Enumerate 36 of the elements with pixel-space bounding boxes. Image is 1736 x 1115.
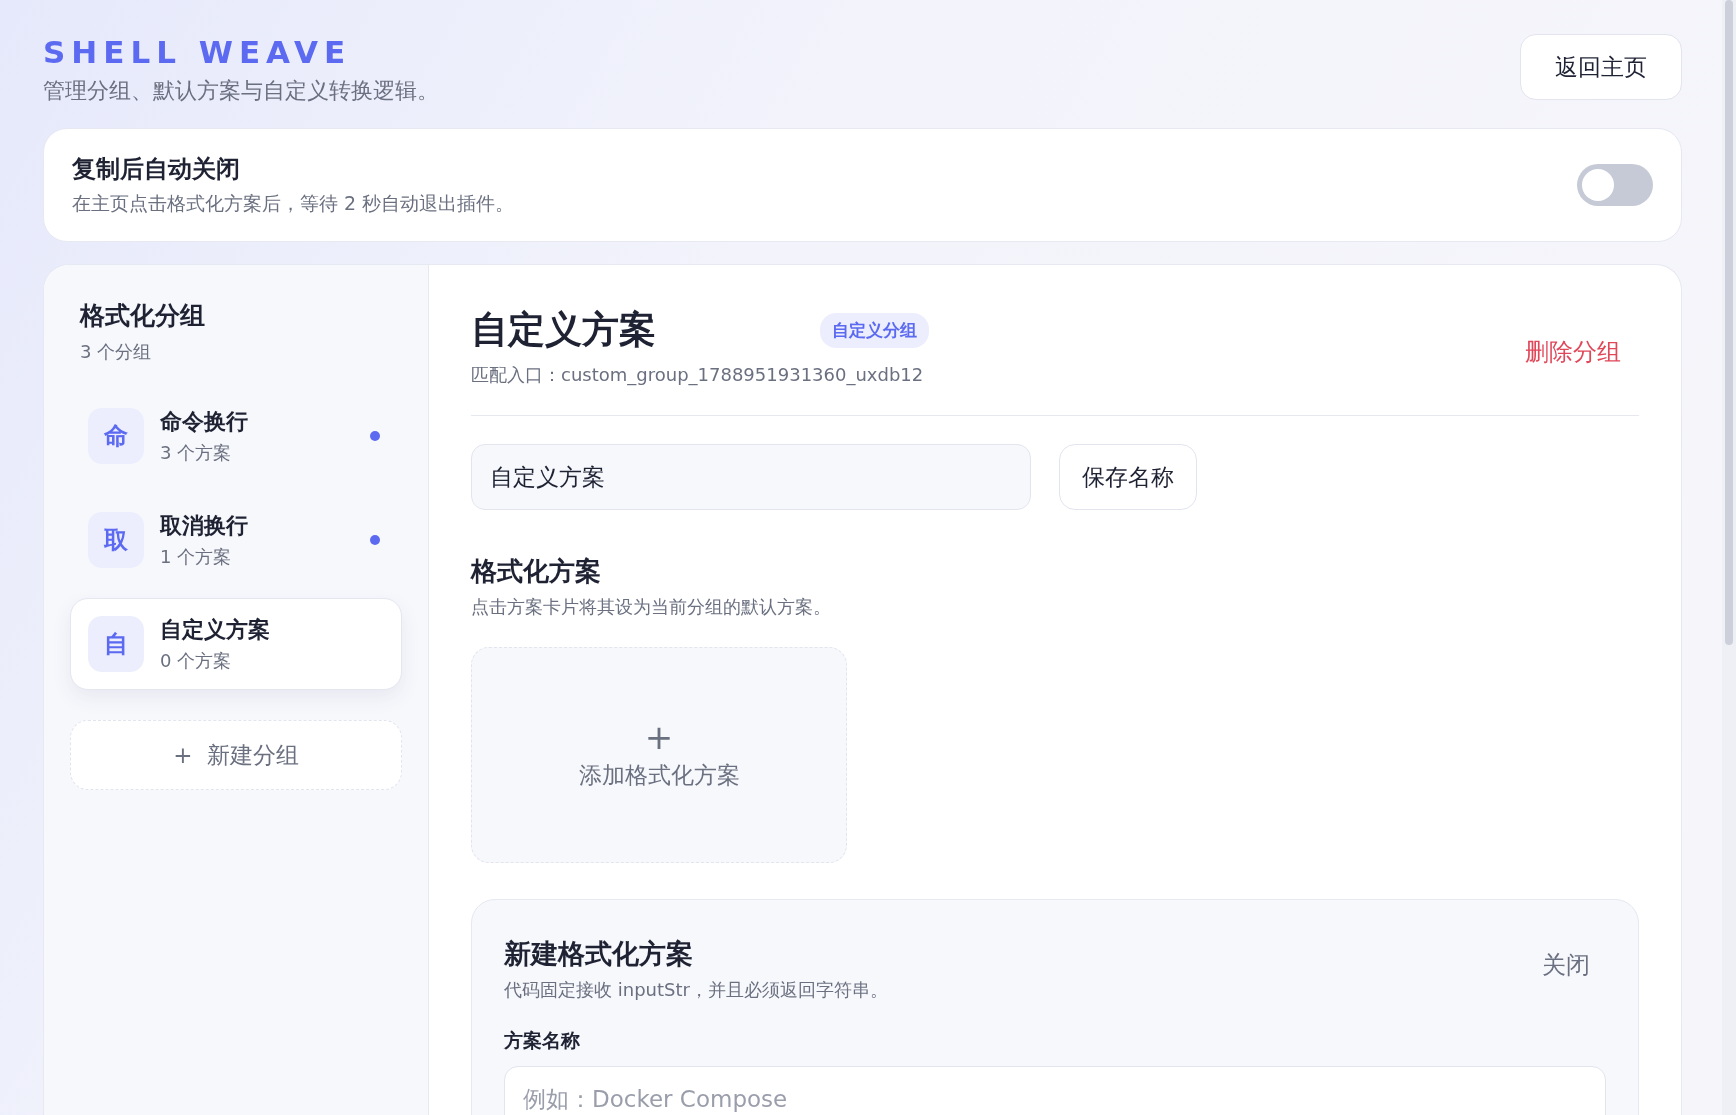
- group-initial-icon: 命: [88, 408, 144, 464]
- auto-close-toggle[interactable]: [1577, 164, 1653, 206]
- form-description: 代码固定接收 inputStr，并且必须返回字符串。: [504, 978, 888, 1002]
- group-title: 自定义方案: [471, 307, 656, 353]
- scheme-name-field[interactable]: 例如：Docker Compose: [504, 1066, 1606, 1115]
- form-title: 新建格式化方案: [504, 937, 694, 971]
- page-subtitle: 管理分组、默认方案与自定义转换逻辑。: [43, 77, 439, 105]
- back-home-button[interactable]: 返回主页: [1520, 34, 1682, 100]
- group-item[interactable]: 命 命令换行 3 个方案: [70, 390, 402, 482]
- scheme-count: 3 个方案: [160, 441, 233, 465]
- group-name-field[interactable]: 自定义方案: [471, 444, 1031, 510]
- brand-title: SHELL WEAVE: [43, 34, 353, 70]
- scheme-count: 1 个方案: [160, 545, 233, 569]
- close-button[interactable]: 关闭: [1536, 948, 1596, 982]
- save-name-button[interactable]: 保存名称: [1059, 444, 1197, 510]
- group-item[interactable]: 自 自定义方案 0 个方案: [70, 598, 402, 690]
- group-initial-icon: 取: [88, 512, 144, 568]
- sidebar-title: 格式化分组: [78, 300, 206, 332]
- new-group-button[interactable]: + 新建分组: [70, 720, 402, 790]
- section-title: 格式化方案: [471, 555, 602, 588]
- delete-group-button[interactable]: 删除分组: [1519, 335, 1627, 369]
- section-hint: 点击方案卡片将其设为当前分组的默认方案。: [471, 595, 832, 619]
- scrollbar-thumb[interactable]: [1725, 0, 1733, 645]
- match-entry: 匹配入口：custom_group_1788951931360_uxdb12: [471, 363, 925, 387]
- setting-title: 复制后自动关闭: [72, 154, 241, 185]
- add-scheme-card[interactable]: + 添加格式化方案: [471, 647, 847, 863]
- group-name: 自定义方案: [160, 616, 270, 644]
- group-count: 3 个分组: [79, 340, 153, 364]
- group-initial-icon: 自: [88, 616, 144, 672]
- group-item[interactable]: 取 取消换行 1 个方案: [70, 494, 402, 586]
- group-name: 命令换行: [160, 408, 248, 436]
- group-name: 取消换行: [160, 512, 248, 540]
- group-type-badge: 自定义分组: [820, 312, 929, 348]
- setting-description: 在主页点击格式化方案后，等待 2 秒自动退出插件。: [72, 191, 515, 216]
- scheme-count: 0 个方案: [160, 649, 233, 673]
- field-label: 方案名称: [504, 1028, 581, 1053]
